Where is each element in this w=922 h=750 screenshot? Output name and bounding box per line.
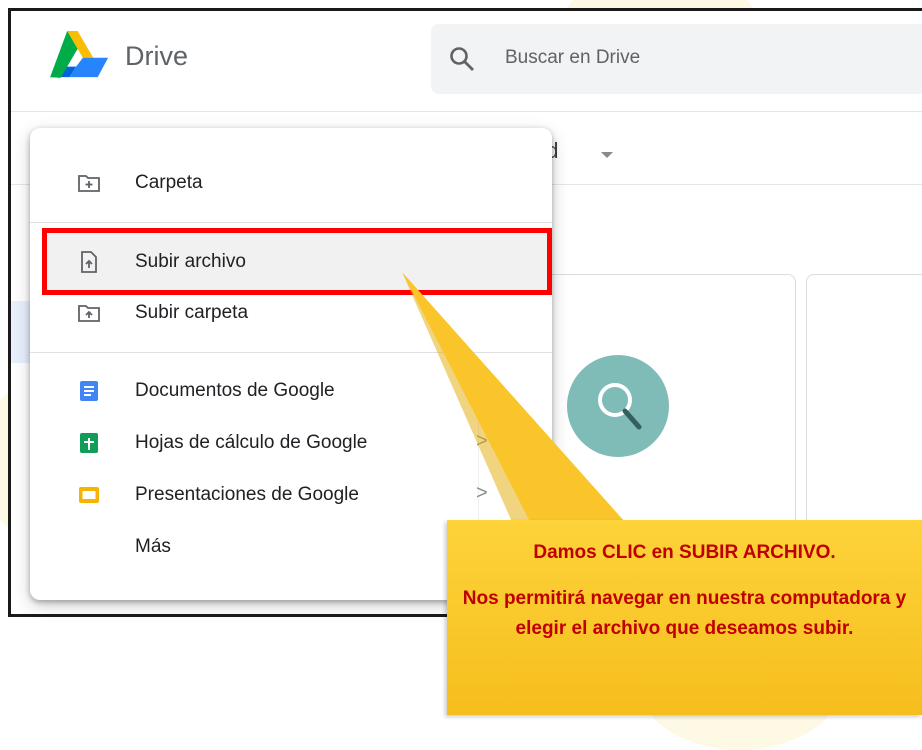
- callout-title: Damos CLIC en SUBIR ARCHIVO.: [533, 542, 836, 563]
- annotation-callout: Damos CLIC en SUBIR ARCHIVO. Nos permiti…: [447, 520, 922, 715]
- callout-description: Nos permitirá navegar en nuestra computa…: [462, 588, 907, 639]
